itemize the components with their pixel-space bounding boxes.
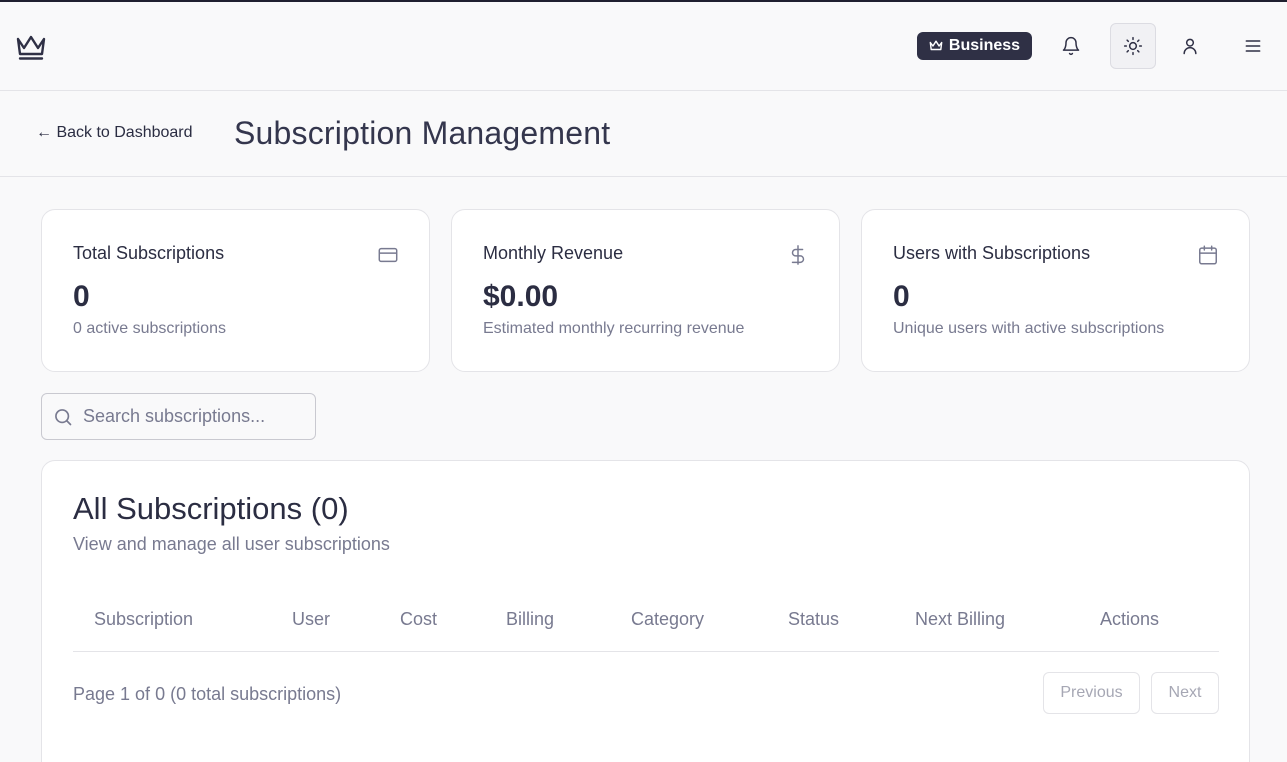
stat-card-total-subscriptions: Total Subscriptions 0 0 active subscript… [41,209,430,372]
top-navbar: Business [0,2,1287,91]
column-header-subscription[interactable]: Subscription [94,609,193,630]
menu-button[interactable] [1230,23,1276,69]
stat-card-title: Users with Subscriptions [893,243,1091,263]
table-subtitle: View and manage all user subscriptions [73,534,390,554]
column-header-next-billing[interactable]: Next Billing [915,609,1005,630]
subscriptions-table-panel: All Subscriptions (0) View and manage al… [41,460,1250,762]
next-page-button[interactable]: Next [1151,672,1219,714]
calendar-icon [1197,244,1219,266]
table-title: All Subscriptions (0) [73,491,349,526]
column-header-user[interactable]: User [292,609,330,630]
stat-card-users-with-subscriptions: Users with Subscriptions 0 Unique users … [861,209,1250,372]
theme-toggle-button[interactable] [1110,23,1156,69]
plan-badge[interactable]: Business [917,32,1032,60]
credit-card-icon [377,244,399,266]
column-header-status[interactable]: Status [788,609,839,630]
bell-icon [1062,36,1080,56]
stat-card-subtext: 0 active subscriptions [73,320,226,337]
notifications-button[interactable] [1048,23,1094,69]
column-header-category[interactable]: Category [631,609,704,630]
page-title: Subscription Management [234,115,611,151]
search-icon [55,409,72,426]
table-header: Subscription User Cost Billing Category … [73,599,1219,652]
column-header-cost[interactable]: Cost [400,609,437,630]
user-icon [1183,38,1197,55]
column-header-billing[interactable]: Billing [506,609,554,630]
stat-card-title: Total Subscriptions [73,243,225,263]
stat-card-value: 0 [73,280,90,313]
stat-card-value: 0 [893,280,910,313]
menu-icon [1245,40,1261,52]
stat-card-monthly-revenue: Monthly Revenue $0.00 Estimated monthly … [451,209,840,372]
stat-card-value: $0.00 [483,280,559,313]
back-to-dashboard-link[interactable]: ← Back to Dashboard [36,124,193,142]
stat-card-subtext: Estimated monthly recurring revenue [483,320,745,337]
page-header: ← Back to Dashboard Subscription Managem… [0,91,1287,177]
column-header-actions: Actions [1100,609,1160,629]
stat-card-subtext: Unique users with active subscriptions [893,320,1165,337]
pagination-status: Page 1 of 0 (0 total subscriptions) [73,684,342,704]
profile-button[interactable] [1167,23,1213,69]
previous-page-button[interactable]: Previous [1043,672,1140,714]
dollar-icon [787,244,809,266]
plan-badge-label: Business [948,37,1021,54]
stat-card-title: Monthly Revenue [483,243,624,263]
crown-icon [929,40,943,51]
search-box [41,393,316,440]
crown-icon[interactable] [15,33,47,61]
search-input[interactable] [83,394,309,439]
sun-icon [1123,36,1143,56]
